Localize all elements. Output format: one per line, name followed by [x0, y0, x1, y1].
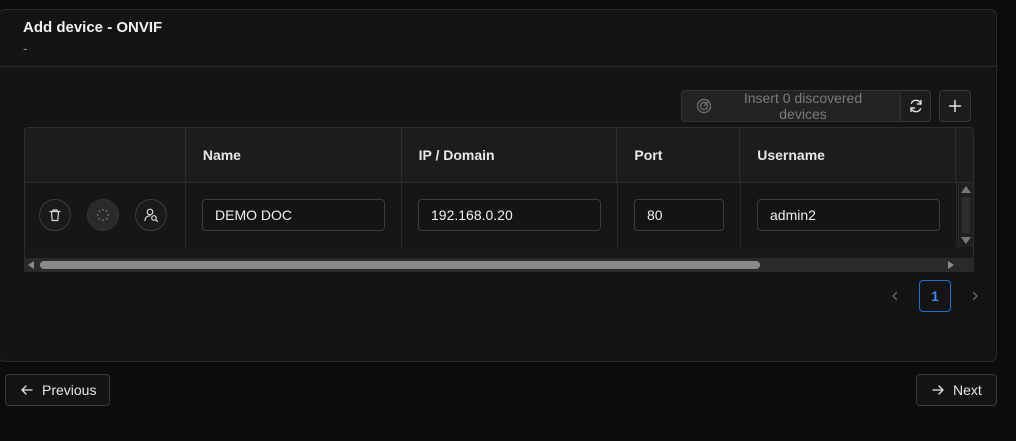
- add-device-button[interactable]: [939, 90, 971, 122]
- table-row: [25, 183, 973, 247]
- column-header-actions: [25, 128, 186, 182]
- page-subtitle: -: [23, 40, 28, 56]
- delete-row-button[interactable]: [39, 199, 71, 231]
- scroll-down-icon[interactable]: [961, 237, 971, 244]
- username-cell: [741, 183, 957, 247]
- chevron-left-icon: [890, 291, 900, 301]
- scroll-right-icon[interactable]: [948, 261, 954, 269]
- table-toolbar: Insert 0 discovered devices: [681, 90, 971, 122]
- arrow-left-icon: [20, 383, 34, 397]
- prev-page-button[interactable]: [879, 280, 911, 312]
- ip-domain-input[interactable]: [418, 199, 601, 231]
- radar-icon: [696, 98, 712, 114]
- page-number-current[interactable]: 1: [919, 280, 951, 312]
- scroll-up-icon[interactable]: [961, 186, 971, 193]
- column-header-port: Port: [617, 128, 741, 182]
- trash-icon: [48, 208, 62, 222]
- device-table: Name IP / Domain Port Username: [24, 127, 974, 263]
- vertical-scroll-thumb[interactable]: [962, 197, 970, 233]
- refresh-icon: [908, 98, 924, 114]
- insert-discovered-label: Insert 0 discovered devices: [743, 90, 863, 122]
- previous-button[interactable]: Previous: [5, 374, 110, 406]
- user-search-icon: [143, 207, 159, 223]
- horizontal-scrollbar[interactable]: [24, 258, 974, 272]
- column-header-username: Username: [740, 128, 956, 182]
- port-input[interactable]: [634, 199, 724, 231]
- page-title: Add device - ONVIF: [23, 19, 163, 36]
- plus-icon: [948, 99, 962, 113]
- column-header-name: Name: [186, 128, 402, 182]
- pagination: 1: [879, 280, 991, 312]
- name-cell: [186, 183, 402, 247]
- insert-discovered-button[interactable]: Insert 0 discovered devices: [681, 90, 901, 122]
- column-header-ip: IP / Domain: [402, 128, 618, 182]
- previous-label: Previous: [42, 382, 97, 398]
- ip-cell: [402, 183, 618, 247]
- port-cell: [618, 183, 741, 247]
- test-connection-button[interactable]: [87, 199, 119, 231]
- table-header-row: Name IP / Domain Port Username: [25, 128, 973, 183]
- discover-button-group: Insert 0 discovered devices: [681, 90, 931, 122]
- username-input[interactable]: [757, 199, 940, 231]
- horizontal-scroll-thumb[interactable]: [40, 261, 760, 269]
- spinner-icon: [96, 208, 110, 222]
- refresh-button[interactable]: [901, 90, 931, 122]
- vertical-scrollbar[interactable]: [958, 183, 973, 247]
- next-page-button[interactable]: [959, 280, 991, 312]
- name-input[interactable]: [202, 199, 385, 231]
- card-header: Add device - ONVIF -: [0, 10, 996, 67]
- arrow-right-icon: [931, 383, 945, 397]
- next-button[interactable]: Next: [916, 374, 997, 406]
- column-header-extra: [956, 128, 973, 182]
- next-label: Next: [953, 382, 982, 398]
- chevron-right-icon: [970, 291, 980, 301]
- lookup-credentials-button[interactable]: [135, 199, 167, 231]
- row-actions: [25, 183, 186, 247]
- scroll-left-icon[interactable]: [28, 261, 34, 269]
